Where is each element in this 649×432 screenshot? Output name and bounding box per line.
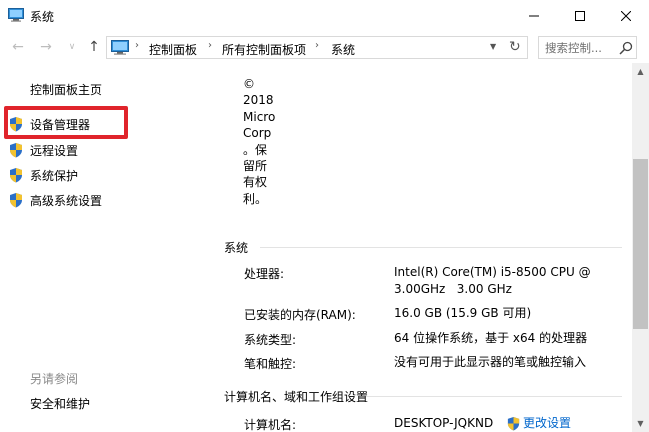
forward-button[interactable]: → (38, 39, 54, 55)
maximize-button[interactable] (557, 0, 603, 31)
sidebar-home-link[interactable]: 控制面板主页 (30, 81, 102, 98)
scroll-up-button[interactable]: ▲ (632, 63, 649, 80)
shield-icon (10, 117, 22, 132)
change-settings-link[interactable]: 更改设置 (506, 415, 571, 432)
ram-label: 已安装的内存(RAM): (244, 308, 356, 322)
breadcrumb-all-items[interactable]: 所有控制面板项 (222, 41, 306, 58)
system-type-label: 系统类型: (244, 333, 297, 347)
chevron-down-icon[interactable]: ▼ (490, 42, 496, 51)
close-button[interactable] (603, 0, 649, 31)
main-content: © 2018 Micro Corp 。保 留所 有权 利。 系统 处理器: In… (210, 63, 632, 432)
up-button[interactable]: ↑ (86, 39, 102, 55)
sidebar-item-device-manager[interactable]: 设备管理器 (8, 115, 90, 133)
processor-value: Intel(R) Core(TM) i5-8500 CPU @ 3.00GHz … (394, 265, 591, 296)
sidebar-item-label: 高级系统设置 (30, 193, 103, 208)
system-section-title: 系统 (224, 241, 249, 255)
minimize-icon (529, 15, 539, 16)
breadcrumb-separator: › (135, 40, 139, 51)
shield-icon (10, 143, 22, 158)
refresh-icon[interactable]: ↻ (509, 39, 521, 55)
system-type-value: 64 位操作系统，基于 x64 的处理器 (394, 331, 588, 345)
computer-name-value: DESKTOP-JQKND (394, 416, 494, 430)
sidebar-item-remote-settings[interactable]: 远程设置 (8, 141, 78, 159)
scroll-thumb[interactable] (633, 159, 648, 329)
pen-touch-label: 笔和触控: (244, 357, 297, 371)
window-title: 系统 (30, 10, 55, 24)
pen-touch-value: 没有可用于此显示器的笔或触控输入 (394, 355, 587, 369)
title-bar: 系统 (0, 0, 649, 31)
breadcrumb-separator: › (208, 40, 212, 51)
scroll-down-button[interactable]: ▼ (632, 415, 649, 432)
shield-icon (507, 416, 520, 431)
search-icon[interactable] (619, 41, 633, 55)
sidebar-item-label: 远程设置 (30, 143, 79, 158)
security-maintenance-link[interactable]: 安全和维护 (30, 395, 90, 412)
computer-name-label: 计算机名: (244, 418, 297, 432)
search-box[interactable] (538, 36, 637, 59)
maximize-icon (575, 10, 585, 21)
breadcrumb-system[interactable]: 系统 (331, 41, 355, 58)
sidebar-item-label: 设备管理器 (30, 117, 91, 132)
sidebar-item-label: 系统保护 (30, 168, 79, 183)
change-settings-label: 更改设置 (523, 416, 572, 430)
copyright-text: © 2018 Micro Corp 。保 留所 有权 利。 (243, 77, 276, 206)
vertical-scrollbar[interactable]: ▲ ▼ (632, 63, 649, 432)
close-icon (621, 10, 631, 21)
search-input[interactable] (545, 40, 617, 56)
breadcrumb-separator: › (315, 40, 319, 51)
ram-value: 16.0 GB (15.9 GB 可用) (394, 306, 532, 320)
section-divider (260, 247, 622, 248)
address-bar[interactable]: › 控制面板 › 所有控制面板项 › 系统 ▼ ↻ (106, 36, 528, 59)
computer-icon (8, 8, 24, 22)
section-divider (366, 396, 622, 397)
computer-name-section-title: 计算机名、域和工作组设置 (224, 390, 369, 404)
shield-icon (10, 193, 22, 208)
breadcrumb-control-panel[interactable]: 控制面板 (149, 41, 197, 58)
see-also-heading: 另请参阅 (30, 372, 79, 386)
sidebar-item-advanced-settings[interactable]: 高级系统设置 (8, 191, 102, 209)
processor-label: 处理器: (244, 267, 285, 281)
control-panel-icon (111, 40, 129, 55)
sidebar: 控制面板主页 设备管理器 远程设置 系统保护 高级系统设置 另请参阅 安全和维护 (0, 63, 210, 432)
shield-icon (10, 168, 22, 183)
recent-locations-button[interactable]: ∨ (64, 39, 80, 55)
minimize-button[interactable] (511, 0, 557, 31)
back-button[interactable]: ← (10, 39, 26, 55)
sidebar-item-system-protection[interactable]: 系统保护 (8, 166, 78, 184)
navigation-bar: ← → ∨ ↑ › 控制面板 › 所有控制面板项 › 系统 ▼ ↻ (0, 31, 649, 63)
